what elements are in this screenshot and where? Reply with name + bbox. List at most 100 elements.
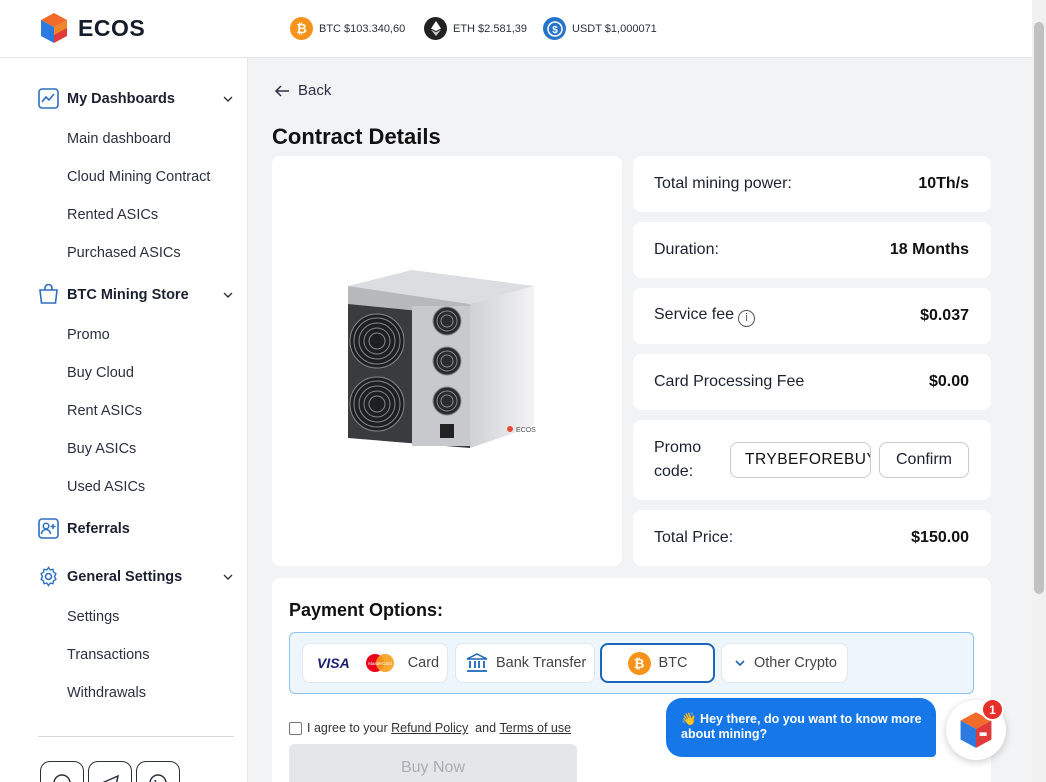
social-button-telegram[interactable] bbox=[88, 761, 132, 782]
service-fee-label-wrap: Service fee i bbox=[654, 305, 756, 327]
card-fee-label: Card Processing Fee bbox=[654, 373, 805, 390]
agree-and: and bbox=[475, 721, 497, 735]
total-price-row: Total Price: $150.00 bbox=[633, 510, 991, 566]
payment-option-other-crypto[interactable]: Other Crypto bbox=[721, 643, 848, 683]
chat-bubble[interactable]: 👋 Hey there, do you want to know more ab… bbox=[666, 698, 936, 757]
promo-code-input[interactable]: TRYBEFOREBUY bbox=[730, 442, 871, 478]
total-price-label: Total Price: bbox=[654, 529, 734, 546]
arrow-left-icon bbox=[274, 84, 289, 97]
ethereum-icon bbox=[424, 17, 447, 40]
social-button-whatsapp[interactable] bbox=[136, 761, 180, 782]
usdt-icon: $ bbox=[543, 17, 566, 40]
payment-options-title: Payment Options: bbox=[289, 600, 444, 620]
agree-prefix: I agree to your bbox=[307, 721, 388, 735]
telegram-icon bbox=[102, 774, 120, 782]
bitcoin-icon: ₿ bbox=[627, 651, 651, 675]
payment-options-group: VISA MasterCard Card Bank Transfer ₿ BTC… bbox=[289, 632, 974, 694]
sidebar-item-promo[interactable]: Promo bbox=[67, 327, 110, 343]
promo-label: Promo code: bbox=[654, 439, 702, 480]
page-title: Contract Details bbox=[272, 124, 441, 149]
ticker-btc: ₿ BTC $103.340,60 bbox=[290, 17, 405, 40]
social-button-chat[interactable] bbox=[40, 761, 84, 782]
bank-icon bbox=[466, 653, 488, 672]
total-price-value: $150.00 bbox=[911, 529, 969, 546]
ticker-label: ETH $2.581,39 bbox=[453, 22, 527, 35]
sidebar-section-dashboards[interactable]: My Dashboards bbox=[38, 88, 234, 109]
sidebar: My Dashboards Main dashboard Cloud Minin… bbox=[0, 58, 248, 782]
sidebar-item-main-dashboard[interactable]: Main dashboard bbox=[67, 131, 171, 147]
logo-text: ECOS bbox=[78, 14, 146, 41]
visa-logo: VISA bbox=[317, 655, 350, 671]
sidebar-divider bbox=[38, 736, 234, 737]
chevron-down-icon bbox=[223, 574, 233, 580]
other-crypto-label: Other Crypto bbox=[754, 655, 837, 671]
mastercard-logo: MasterCard bbox=[365, 654, 394, 672]
sidebar-item-rent-asics[interactable]: Rent ASICs bbox=[67, 403, 142, 419]
product-brand-label: ECOS bbox=[516, 427, 536, 434]
shopping-bag-icon bbox=[39, 284, 58, 304]
bitcoin-icon: ₿ bbox=[290, 17, 313, 40]
duration-label: Duration: bbox=[654, 241, 719, 258]
chevron-down-icon bbox=[223, 96, 233, 102]
payment-option-card[interactable]: VISA MasterCard Card bbox=[302, 643, 448, 683]
agree-checkbox[interactable] bbox=[289, 721, 302, 735]
sidebar-item-purchased-asics[interactable]: Purchased ASICs bbox=[67, 245, 181, 261]
sidebar-item-rented-asics[interactable]: Rented ASICs bbox=[67, 207, 158, 223]
sidebar-item-transactions[interactable]: Transactions bbox=[67, 647, 149, 663]
payment-option-btc[interactable]: ₿ BTC bbox=[600, 643, 715, 683]
buy-now-button[interactable]: Buy Now bbox=[289, 744, 577, 782]
top-header: ECOS ₿ BTC $103.340,60 ETH $2.581,39 $ U… bbox=[0, 0, 1032, 58]
payment-option-bank-transfer[interactable]: Bank Transfer bbox=[455, 643, 595, 683]
whatsapp-icon bbox=[149, 774, 167, 782]
mining-power-row: Total mining power: 10Th/s bbox=[633, 156, 991, 212]
section-label: Referrals bbox=[67, 520, 130, 537]
sidebar-item-buy-cloud[interactable]: Buy Cloud bbox=[67, 365, 134, 381]
chart-icon bbox=[38, 88, 59, 109]
asic-miner-image: ECOS bbox=[348, 270, 536, 448]
ecos-logo[interactable]: ECOS bbox=[40, 12, 145, 44]
ticker-eth: ETH $2.581,39 bbox=[424, 17, 527, 40]
back-label: Back bbox=[298, 82, 332, 99]
refund-policy-link[interactable]: Refund Policy bbox=[391, 721, 468, 735]
chevron-down-icon bbox=[223, 292, 233, 298]
sidebar-item-cloud-mining-contract[interactable]: Cloud Mining Contract bbox=[67, 169, 210, 185]
section-label: BTC Mining Store bbox=[67, 286, 189, 303]
mining-power-value: 10Th/s bbox=[918, 175, 969, 192]
card-fee-value: $0.00 bbox=[928, 373, 969, 390]
sidebar-section-general-settings[interactable]: General Settings bbox=[38, 566, 234, 587]
ecos-cube-icon bbox=[41, 13, 67, 43]
ticker-label: USDT $1,000071 bbox=[572, 22, 657, 35]
product-image-card: ECOS bbox=[272, 156, 622, 566]
gear-icon bbox=[40, 566, 57, 587]
add-user-icon bbox=[38, 518, 59, 539]
sidebar-item-used-asics[interactable]: Used ASICs bbox=[67, 479, 145, 495]
card-fee-row: Card Processing Fee $0.00 bbox=[633, 354, 991, 410]
section-label: General Settings bbox=[67, 568, 183, 585]
section-label: My Dashboards bbox=[67, 90, 175, 107]
promo-row: Promo code: TRYBEFOREBUY Confirm bbox=[633, 420, 991, 500]
sidebar-section-referrals[interactable]: Referrals bbox=[38, 518, 234, 539]
back-link[interactable]: Back bbox=[274, 82, 331, 99]
svg-text:MasterCard: MasterCard bbox=[368, 661, 392, 666]
service-fee-value: $0.037 bbox=[920, 307, 969, 324]
service-fee-label: Service fee bbox=[654, 305, 735, 323]
terms-of-use-link[interactable]: Terms of use bbox=[500, 721, 572, 735]
scrollbar-thumb[interactable] bbox=[1034, 22, 1044, 594]
ticker-usdt: $ USDT $1,000071 bbox=[543, 17, 657, 40]
info-icon[interactable]: i bbox=[738, 309, 756, 327]
sidebar-item-withdrawals[interactable]: Withdrawals bbox=[67, 685, 146, 701]
svg-text:$: $ bbox=[552, 25, 558, 36]
ticker-label: BTC $103.340,60 bbox=[319, 22, 406, 35]
sidebar-item-settings[interactable]: Settings bbox=[67, 609, 119, 625]
bank-transfer-label: Bank Transfer bbox=[496, 655, 587, 671]
agree-terms: I agree to your Refund Policy and Terms … bbox=[289, 721, 571, 735]
confirm-button[interactable]: Confirm bbox=[879, 442, 969, 478]
btc-option-label: BTC bbox=[658, 655, 688, 671]
sidebar-section-store[interactable]: BTC Mining Store bbox=[38, 284, 234, 305]
chevron-down-icon bbox=[735, 660, 745, 667]
sidebar-item-buy-asics[interactable]: Buy ASICs bbox=[67, 441, 136, 457]
scrollbar[interactable] bbox=[1032, 0, 1046, 782]
notification-badge: 1 bbox=[981, 698, 1004, 721]
duration-row: Duration: 18 Months bbox=[633, 222, 991, 278]
mining-power-label: Total mining power: bbox=[654, 175, 792, 192]
